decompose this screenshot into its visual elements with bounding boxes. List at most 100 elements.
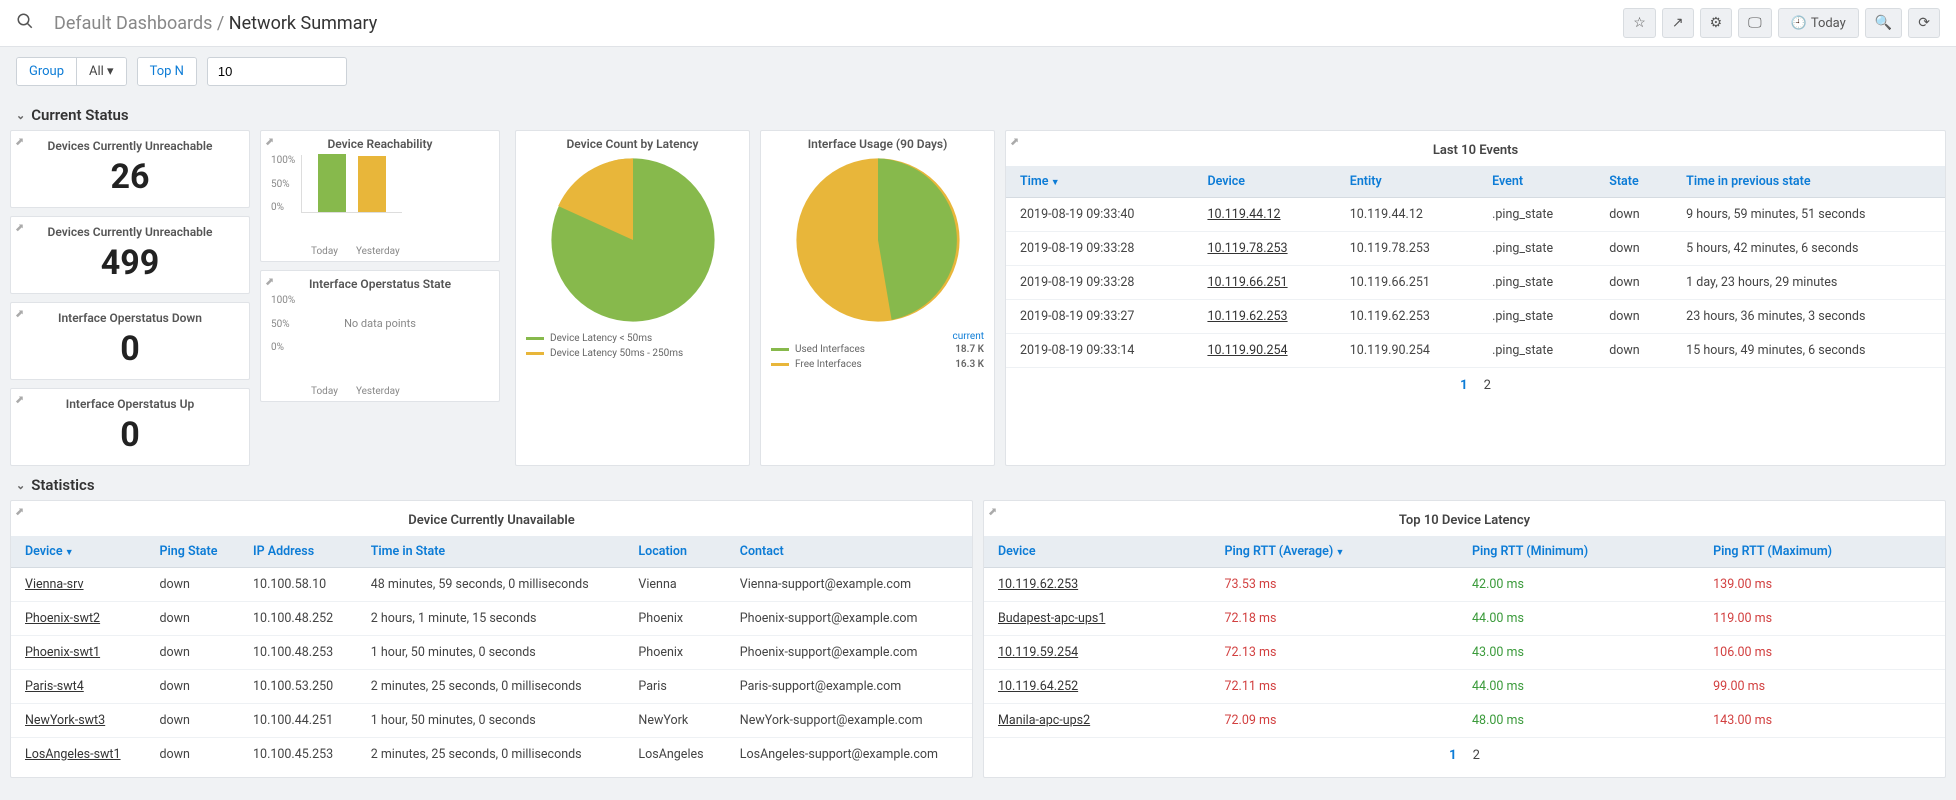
- device-link[interactable]: 10.119.44.12: [1207, 207, 1280, 222]
- kpi-card-3: ⬈ Interface Operstatus Up 0: [10, 388, 250, 466]
- panel-interface-usage: Interface Usage (90 Days) current Used I…: [760, 130, 995, 466]
- col-header[interactable]: Ping RTT (Minimum): [1458, 536, 1699, 568]
- star-icon[interactable]: ☆: [1623, 8, 1656, 38]
- col-header[interactable]: Ping RTT (Maximum): [1699, 536, 1945, 568]
- col-header[interactable]: Device: [11, 536, 145, 568]
- bar-yesterday: [358, 156, 386, 212]
- bar-today: [318, 154, 346, 212]
- table-row: 2019-08-19 09:33:14 10.119.90.254 10.119…: [1006, 334, 1945, 368]
- kpi-title: Interface Operstatus Up: [19, 397, 241, 411]
- group-all-dropdown[interactable]: All ▾: [77, 58, 126, 85]
- time-range-button[interactable]: 🕘 Today: [1778, 8, 1859, 38]
- table-row: 2019-08-19 09:33:40 10.119.44.12 10.119.…: [1006, 198, 1945, 232]
- gear-icon[interactable]: ⚙: [1700, 8, 1733, 38]
- pie-ifusage: [793, 155, 963, 325]
- kpi-title: Devices Currently Unreachable: [19, 139, 241, 153]
- popout-icon[interactable]: ⬈: [15, 505, 24, 518]
- status-row: ⬈ Devices Currently Unreachable 26 ⬈ Dev…: [0, 130, 1956, 466]
- popout-icon[interactable]: ⬈: [265, 275, 274, 288]
- mini-chart-stack: ⬈ Device Reachability 100%50%0% TodayYes…: [260, 130, 505, 466]
- chevron-down-icon: ⌄: [16, 479, 25, 492]
- device-link[interactable]: 10.119.90.254: [1207, 343, 1287, 358]
- kpi-stack: ⬈ Devices Currently Unreachable 26 ⬈ Dev…: [10, 130, 250, 466]
- col-header[interactable]: Contact: [726, 536, 972, 568]
- kpi-value: 499: [19, 243, 241, 283]
- device-link[interactable]: 10.119.78.253: [1207, 241, 1287, 256]
- col-header[interactable]: Ping State: [145, 536, 239, 568]
- share-icon[interactable]: ↗: [1662, 8, 1694, 38]
- popout-icon[interactable]: ⬈: [15, 307, 24, 320]
- topn-label[interactable]: Top N: [138, 58, 196, 85]
- popout-icon[interactable]: ⬈: [15, 221, 24, 234]
- page-link[interactable]: 2: [1476, 376, 1499, 395]
- col-header[interactable]: Entity: [1336, 166, 1478, 198]
- col-header[interactable]: Ping RTT (Average): [1210, 536, 1458, 568]
- device-link[interactable]: 10.119.62.253: [998, 577, 1078, 592]
- col-header[interactable]: Event: [1478, 166, 1595, 198]
- clock-icon: 🕘: [1791, 16, 1807, 31]
- breadcrumb: Default Dashboards / Network Summary: [54, 13, 1623, 34]
- chevron-down-icon: ⌄: [16, 109, 25, 122]
- table-row: 2019-08-19 09:33:28 10.119.78.253 10.119…: [1006, 232, 1945, 266]
- table-row: 2019-08-19 09:33:28 10.119.66.251 10.119…: [1006, 266, 1945, 300]
- popout-icon[interactable]: ⬈: [988, 505, 997, 518]
- stats-row: ⬈ Device Currently Unavailable DevicePin…: [0, 500, 1956, 788]
- zoom-icon[interactable]: 🔍: [1865, 8, 1902, 38]
- col-header[interactable]: Time: [1006, 166, 1193, 198]
- legend-item[interactable]: Device Latency < 50ms: [526, 331, 739, 346]
- col-header[interactable]: Device: [1193, 166, 1335, 198]
- table-row: 10.119.62.253 73.53 ms 42.00 ms 139.00 m…: [984, 568, 1945, 602]
- filter-row: Group All ▾ Top N: [0, 47, 1956, 96]
- device-link[interactable]: 10.119.64.252: [998, 679, 1078, 694]
- section-current-status[interactable]: ⌄ Current Status: [0, 96, 1956, 130]
- table-row: NewYork-swt3 down 10.100.44.251 1 hour, …: [11, 704, 972, 738]
- topn-input[interactable]: [207, 57, 347, 86]
- col-header[interactable]: Device: [984, 536, 1210, 568]
- device-link[interactable]: 10.119.59.254: [998, 645, 1078, 660]
- popout-icon[interactable]: ⬈: [1010, 135, 1019, 148]
- legend-item[interactable]: Used Interfaces18.7 K: [771, 342, 984, 357]
- group-label[interactable]: Group: [17, 58, 77, 85]
- table-row: Paris-swt4 down 10.100.53.250 2 minutes,…: [11, 670, 972, 704]
- legend-item[interactable]: Free Interfaces16.3 K: [771, 357, 984, 372]
- device-link[interactable]: Phoenix-swt2: [25, 611, 100, 626]
- legend-item[interactable]: Device Latency 50ms - 250ms: [526, 346, 739, 361]
- page-link[interactable]: 1: [1441, 746, 1464, 765]
- device-link[interactable]: 10.119.66.251: [1207, 275, 1287, 290]
- device-link[interactable]: Vienna-srv: [25, 577, 84, 592]
- table-row: Phoenix-swt2 down 10.100.48.252 2 hours,…: [11, 602, 972, 636]
- kpi-card-2: ⬈ Interface Operstatus Down 0: [10, 302, 250, 380]
- device-link[interactable]: NewYork-swt3: [25, 713, 105, 728]
- popout-icon[interactable]: ⬈: [15, 135, 24, 148]
- panel-device-count-latency: Device Count by Latency Device Latency <…: [515, 130, 750, 466]
- device-link[interactable]: 10.119.62.253: [1207, 309, 1287, 324]
- col-header[interactable]: Time in previous state: [1672, 166, 1945, 198]
- popout-icon[interactable]: ⬈: [15, 393, 24, 406]
- device-link[interactable]: Paris-swt4: [25, 679, 84, 694]
- device-link[interactable]: Manila-apc-ups2: [998, 713, 1090, 728]
- kpi-card-1: ⬈ Devices Currently Unreachable 499: [10, 216, 250, 294]
- search-icon[interactable]: [16, 12, 34, 35]
- popout-icon[interactable]: ⬈: [265, 135, 274, 148]
- monitor-icon[interactable]: 🖵: [1738, 8, 1772, 38]
- section-statistics[interactable]: ⌄ Statistics: [0, 466, 1956, 500]
- reach-bars: [301, 155, 402, 213]
- device-link[interactable]: LosAngeles-swt1: [25, 747, 121, 762]
- table-row: 10.119.64.252 72.11 ms 44.00 ms 99.00 ms: [984, 670, 1945, 704]
- device-link[interactable]: Phoenix-swt1: [25, 645, 100, 660]
- refresh-icon[interactable]: ⟳: [1908, 8, 1940, 38]
- page-link[interactable]: 1: [1452, 376, 1475, 395]
- device-link[interactable]: Budapest-apc-ups1: [998, 611, 1105, 626]
- breadcrumb-parent[interactable]: Default Dashboards: [54, 13, 212, 34]
- table-row: Vienna-srv down 10.100.58.10 48 minutes,…: [11, 568, 972, 602]
- col-header[interactable]: Location: [624, 536, 725, 568]
- col-header[interactable]: IP Address: [239, 536, 357, 568]
- page-link[interactable]: 2: [1465, 746, 1488, 765]
- kpi-value: 26: [19, 157, 241, 197]
- group-filter: Group All ▾: [16, 57, 127, 86]
- col-header[interactable]: Time in State: [357, 536, 625, 568]
- table-row: 10.119.59.254 72.13 ms 43.00 ms 106.00 m…: [984, 636, 1945, 670]
- table-row: LosAngeles-swt1 down 10.100.45.253 2 min…: [11, 738, 972, 767]
- kpi-value: 0: [19, 329, 241, 369]
- col-header[interactable]: State: [1595, 166, 1672, 198]
